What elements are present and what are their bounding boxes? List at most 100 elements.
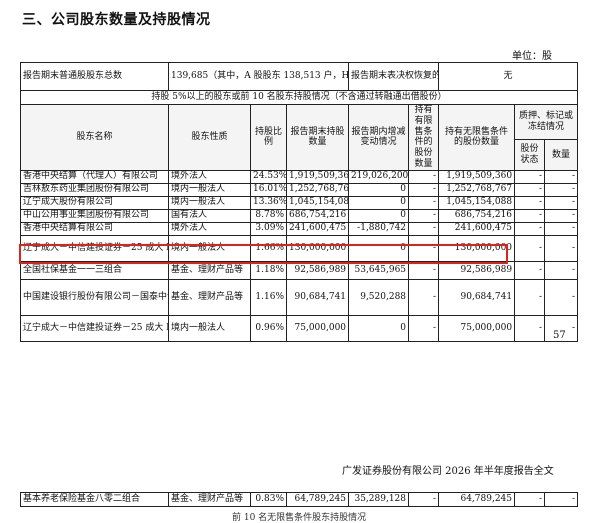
col-pledge-qty: 数量 — [544, 139, 579, 171]
summary-pref-value: 无 — [438, 62, 579, 91]
holder-nature: 境内一般法人 — [168, 182, 251, 197]
holder-restricted: - — [408, 169, 440, 184]
holder-nature: 境内一般法人 — [168, 314, 251, 342]
section-title: 三、公司股东数量及持股情况 — [22, 12, 211, 28]
holder-pledge-qty: - — [544, 278, 579, 316]
holder-unrestricted: 1,045,154,088 — [438, 195, 516, 210]
holder-pledge-status: - — [514, 195, 546, 210]
table-row: 辽宁成大股份有限公司 境内一般法人 13.36% 1,045,154,088 0… — [20, 195, 579, 210]
holder-pledge-status: - — [514, 234, 546, 262]
holder-nature: 境内一般法人 — [168, 195, 251, 210]
holder-shares: 75,000,000 — [285, 314, 350, 342]
holder-nature: 境内一般法人 — [168, 234, 251, 262]
holder-change: 0 — [348, 314, 410, 342]
holder-restricted: - — [408, 195, 440, 210]
col-name: 股东名称 — [20, 104, 169, 171]
holder-pledge-status: - — [514, 314, 546, 342]
col-shares: 报告期末持股数量 — [285, 104, 350, 171]
holder-unrestricted: 1,252,768,767 — [438, 182, 516, 197]
holder-name: 辽宁成大－中信建投证券－25 成大 E1 担保及信托财产专户 — [20, 234, 169, 262]
top10-header: 持股 5%以上的股东或前 10 名股东持股情况（不含通过转融通出借股份） — [19, 90, 579, 105]
col-nature: 股东性质 — [168, 104, 251, 171]
holder-pledge-qty: - — [544, 221, 579, 236]
holder-change: 53,645,965 — [348, 260, 410, 280]
holder-pledge-status: - — [514, 278, 546, 316]
holder-ratio: 1.16% — [250, 278, 287, 316]
holder-nature: 国有法人 — [168, 208, 251, 223]
holder-nature: 基金、理财产品等 — [168, 492, 251, 507]
holder-pledge-status: - — [514, 208, 546, 223]
holder-name: 中国建设银行股份有限公司－国泰中证全指证券公司交易型开放式指数证券投资基金 — [20, 278, 169, 316]
report-footer: 广发证券股份有限公司 2026 年半年度报告全文 — [342, 466, 554, 477]
holder-nature: 境外法人 — [168, 221, 251, 236]
holder-unrestricted: 90,684,741 — [438, 278, 516, 316]
holder-restricted: - — [408, 492, 439, 507]
unit-label: 单位：股 — [512, 51, 552, 62]
holder-restricted: - — [408, 234, 440, 262]
holder-pledge-status: - — [514, 221, 546, 236]
holder-unrestricted: 241,600,475 — [438, 221, 516, 236]
holder-restricted: - — [408, 182, 440, 197]
table-row-highlighted: 全国社保基金一一三组合 基金、理财产品等 1.18% 92,586,989 53… — [20, 260, 579, 280]
col-restricted: 持有有限售条件的股份数量 — [408, 104, 440, 171]
holder-restricted: - — [408, 208, 440, 223]
holder-pledge-qty: - — [544, 234, 579, 262]
holder-pledge-qty: - — [544, 492, 578, 507]
holder-restricted: - — [408, 314, 440, 342]
page-number: 57 — [553, 330, 566, 341]
holder-unrestricted: 64,789,245 — [438, 492, 515, 507]
table-row: 中国建设银行股份有限公司－国泰中证全指证券公司交易型开放式指数证券投资基金 基金… — [20, 278, 579, 316]
holder-name: 中山公用事业集团股份有限公司 — [20, 208, 169, 223]
holder-change: 9,520,288 — [348, 278, 410, 316]
holder-change: -1,880,742 — [348, 221, 410, 236]
holder-name: 香港中央结算（代理人）有限公司 — [20, 169, 169, 184]
holder-shares: 1,919,509,360 — [285, 169, 350, 184]
holder-pledge-qty: - — [544, 208, 579, 223]
col-unrestricted: 持有无限售条件的股份数量 — [438, 104, 516, 171]
table-row: 香港中央结算有限公司 境外法人 3.09% 241,600,475 -1,880… — [20, 221, 579, 236]
holder-name: 辽宁成大股份有限公司 — [20, 195, 169, 210]
table-row: 基本养老保险基金八零二组合 基金、理财产品等 0.83% 64,789,245 … — [20, 492, 578, 507]
holder-change: 0 — [348, 182, 410, 197]
holder-ratio: 0.83% — [250, 492, 287, 507]
holder-pledge-qty: - — [544, 169, 579, 184]
holder-nature: 境外法人 — [168, 169, 251, 184]
holder-pledge-status: - — [514, 492, 545, 507]
holder-unrestricted: 1,919,509,360 — [438, 169, 516, 184]
holder-name: 基本养老保险基金八零二组合 — [20, 492, 169, 507]
table-row: 中山公用事业集团股份有限公司 国有法人 8.78% 686,754,216 0 … — [20, 208, 579, 223]
holder-shares: 686,754,216 — [285, 208, 350, 223]
summary-pref-label: 报告期末表决权恢复的优先股股东总数 — [348, 62, 440, 91]
col-change: 报告期内增减变动情况 — [348, 104, 410, 171]
holder-name: 香港中央结算有限公司 — [20, 221, 169, 236]
holder-change: 0 — [348, 234, 410, 262]
holder-name: 吉林敖东药业集团股份有限公司 — [20, 182, 169, 197]
summary-common-label: 报告期末普通股股东总数 — [20, 62, 169, 91]
holder-name: 辽宁成大－中信建投证券－25 成大 E2 担保及信托财产专户 — [20, 314, 169, 342]
holder-unrestricted: 130,000,000 — [438, 234, 516, 262]
col-pledge-status: 股份状态 — [514, 139, 546, 171]
holder-name: 全国社保基金一一三组合 — [20, 260, 169, 280]
summary-common-value: 139,685（其中，A 股股东 138,513 户，H 股登记股东 1,172… — [167, 62, 350, 91]
holder-unrestricted: 686,754,216 — [438, 208, 516, 223]
holder-unrestricted: 92,586,989 — [438, 260, 516, 280]
holder-ratio: 1.66% — [250, 234, 287, 262]
holder-change: 0 — [348, 195, 410, 210]
holder-ratio: 13.36% — [250, 195, 287, 210]
holder-pledge-status: - — [514, 260, 546, 280]
col-pledge: 质押、标记或冻结情况 — [514, 103, 579, 141]
holder-nature: 基金、理财产品等 — [168, 278, 251, 316]
summary-row: 报告期末普通股股东总数 139,685（其中，A 股股东 138,513 户，H… — [20, 62, 579, 91]
holder-shares: 241,600,475 — [285, 221, 350, 236]
holder-change: 35,289,128 — [348, 492, 409, 507]
holder-pledge-status: - — [514, 182, 546, 197]
holder-restricted: - — [408, 221, 440, 236]
table-row: 吉林敖东药业集团股份有限公司 境内一般法人 16.01% 1,252,768,7… — [20, 182, 579, 197]
column-header-row: 股东名称 股东性质 持股比例 报告期末持股数量 报告期内增减变动情况 持有有限售… — [20, 103, 579, 171]
holder-pledge-qty: - — [544, 195, 579, 210]
top10-header-row: 持股 5%以上的股东或前 10 名股东持股情况（不含通过转融通出借股份） — [19, 90, 579, 105]
holder-pledge-status: - — [514, 169, 546, 184]
shareholder-table: 报告期末普通股股东总数 139,685（其中，A 股股东 138,513 户，H… — [19, 62, 579, 342]
holder-nature: 基金、理财产品等 — [168, 260, 251, 280]
holder-change: 219,026,200 — [348, 169, 410, 184]
